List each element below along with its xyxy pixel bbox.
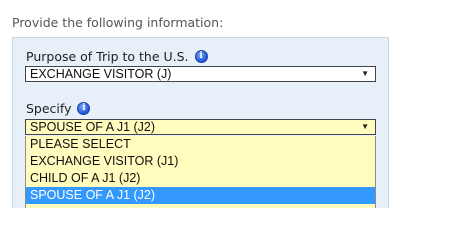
chevron-down-icon[interactable]: ▼ xyxy=(361,120,369,134)
purpose-select[interactable]: EXCHANGE VISITOR (J) ▼ xyxy=(25,66,376,82)
purpose-label: Purpose of Trip to the U.S. xyxy=(26,49,189,64)
dropdown-option-spouse-of-a-j1[interactable]: SPOUSE OF A J1 (J2) xyxy=(26,187,375,204)
purpose-field-label-row: Purpose of Trip to the U.S. i xyxy=(26,49,208,64)
specify-dropdown-list: PLEASE SELECT EXCHANGE VISITOR (J1) CHIL… xyxy=(25,136,376,208)
purpose-select-value: EXCHANGE VISITOR (J) xyxy=(30,67,172,81)
dropdown-option-please-select[interactable]: PLEASE SELECT xyxy=(26,136,375,153)
specify-select[interactable]: SPOUSE OF A J1 (J2) ▼ xyxy=(25,119,376,135)
specify-select-value: SPOUSE OF A J1 (J2) xyxy=(30,120,156,134)
specify-label: Specify xyxy=(26,101,72,116)
purpose-info-icon[interactable]: i xyxy=(194,50,208,63)
visa-form-page: Provide the following information: Purpo… xyxy=(0,0,469,208)
instructions-text: Provide the following information: xyxy=(12,15,224,30)
dropdown-option-exchange-visitor-j1[interactable]: EXCHANGE VISITOR (J1) xyxy=(26,153,375,170)
specify-info-icon[interactable]: i xyxy=(77,102,91,115)
dropdown-option-child-of-a-j1[interactable]: CHILD OF A J1 (J2) xyxy=(26,170,375,187)
specify-field-label-row: Specify i xyxy=(26,101,91,116)
chevron-down-icon[interactable]: ▼ xyxy=(361,67,369,81)
